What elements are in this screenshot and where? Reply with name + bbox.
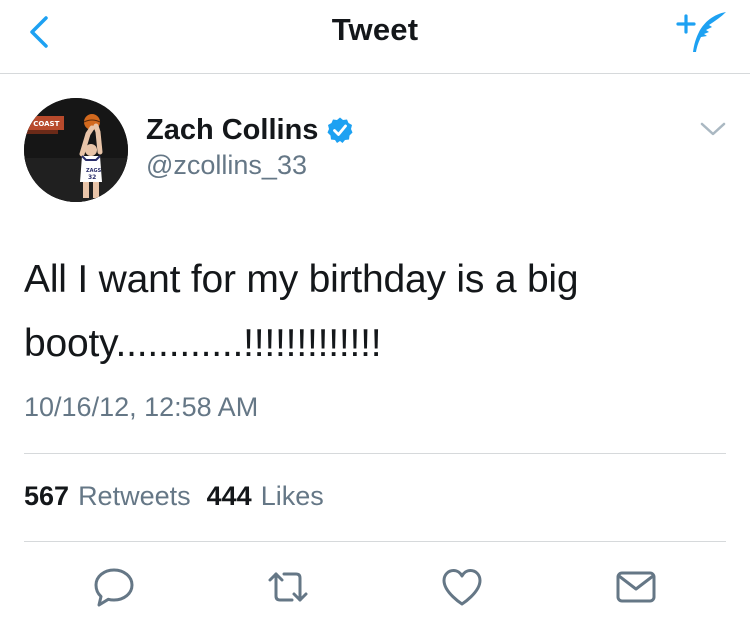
nav-bar: Tweet — [0, 0, 750, 74]
retweet-button[interactable] — [264, 564, 312, 610]
reply-icon — [90, 564, 138, 610]
tweet-text-line-1: All I want for my birthday is a big — [24, 258, 579, 301]
tweet-text-line-2: booty............!!!!!!!!!!!!! — [24, 322, 382, 365]
heart-icon — [438, 564, 486, 610]
divider — [24, 541, 726, 542]
retweets-count: 567 — [24, 481, 70, 511]
tweet-menu-button[interactable] — [696, 116, 730, 142]
retweets-label: Retweets — [78, 481, 191, 511]
like-button[interactable] — [438, 564, 486, 610]
reply-button[interactable] — [90, 564, 138, 610]
compose-tweet-icon — [674, 8, 730, 56]
svg-text:32: 32 — [88, 174, 96, 181]
username[interactable]: @zcollins_33 — [146, 150, 307, 181]
chevron-down-icon — [696, 116, 730, 142]
tweet-text: All I want for my birthday is a big boot… — [24, 248, 714, 376]
direct-message-button[interactable] — [612, 564, 660, 610]
likes-count: 444 — [206, 481, 252, 511]
page-title: Tweet — [331, 12, 419, 47]
verified-badge-icon — [326, 116, 354, 144]
retweet-icon — [264, 564, 312, 610]
avatar[interactable]: T COAST ZAGS 32 — [24, 98, 128, 202]
divider — [24, 453, 726, 454]
compose-tweet-button[interactable] — [674, 8, 730, 56]
retweets-stat[interactable]: 567 Retweets — [24, 481, 191, 512]
tweet-stats: 567 Retweets 444 Likes — [24, 481, 324, 512]
display-name[interactable]: Zach Collins — [146, 114, 318, 147]
envelope-icon — [612, 564, 660, 610]
tweet-timestamp: 10/16/12, 12:58 AM — [24, 392, 259, 422]
svg-text:T COAST: T COAST — [26, 120, 60, 128]
likes-label: Likes — [260, 481, 324, 511]
likes-stat[interactable]: 444 Likes — [207, 481, 324, 512]
author-name-row[interactable]: Zach Collins — [146, 112, 354, 148]
